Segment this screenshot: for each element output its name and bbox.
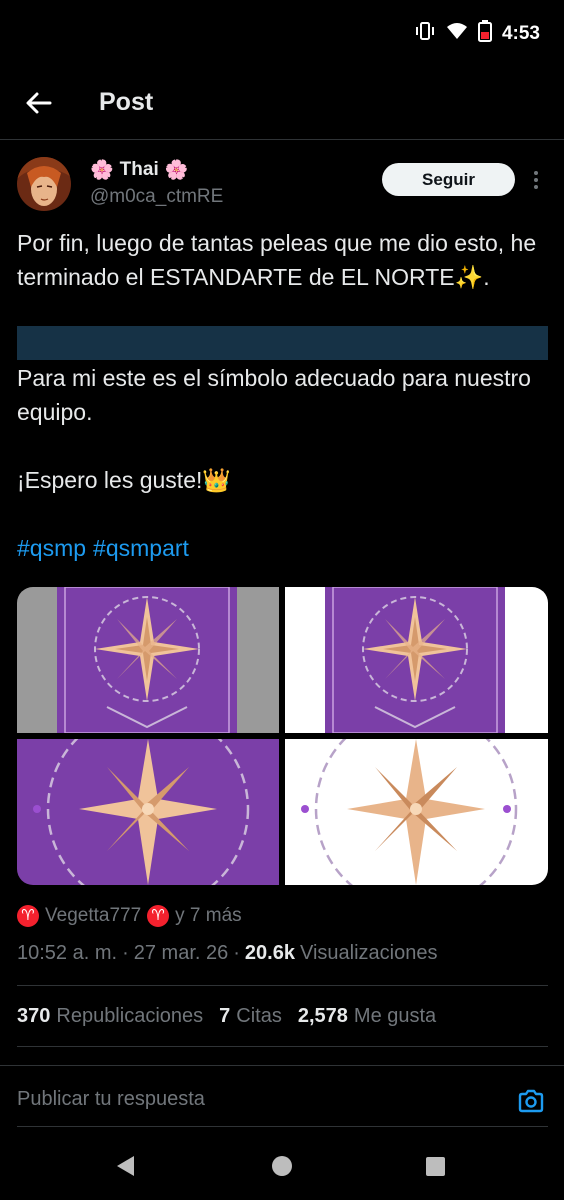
vibrate-icon: [414, 21, 436, 46]
quotes-stat[interactable]: 7 Citas: [219, 1005, 282, 1028]
divider: [17, 1126, 548, 1127]
media-image-banner-grey[interactable]: [17, 587, 279, 733]
back-nav-icon[interactable]: [117, 1156, 134, 1176]
header: Post: [0, 68, 564, 140]
reposts-label: Republicaciones: [56, 1005, 204, 1027]
quotes-label: Citas: [236, 1005, 282, 1027]
back-button[interactable]: [22, 86, 56, 120]
aries-icon: ♈: [17, 905, 39, 927]
likes-count: 2,578: [297, 1005, 348, 1027]
wifi-icon: [446, 22, 468, 45]
liked-by-others: y 7 más: [175, 905, 242, 926]
avatar[interactable]: [17, 157, 71, 211]
hashtag-link[interactable]: #qsmp: [17, 531, 86, 565]
media-image-banner-white[interactable]: [285, 587, 548, 733]
views-count: 20.6k: [244, 942, 295, 964]
media-image-emblem-white[interactable]: [285, 739, 548, 885]
battery-low-icon: [477, 20, 492, 47]
arrow-left-icon: [26, 92, 52, 114]
system-nav-bar: [0, 1130, 564, 1200]
aries-icon: ♈: [147, 905, 170, 927]
camera-icon: [518, 1089, 544, 1113]
follow-button[interactable]: Seguir: [382, 163, 515, 196]
status-time: 4:53: [501, 22, 540, 44]
redacted-bar: [17, 326, 548, 360]
divider: [17, 985, 548, 986]
cherry-blossom-icon: 🌸: [90, 160, 114, 181]
post-time: 10:52 a. m.: [17, 942, 118, 964]
likes-label: Me gusta: [353, 1005, 437, 1027]
hashtag-link[interactable]: #qsmpart: [93, 531, 189, 565]
recents-nav-icon[interactable]: [426, 1157, 445, 1176]
home-nav-icon[interactable]: [272, 1156, 292, 1176]
reply-input[interactable]: Publicar tu respuesta: [17, 1088, 205, 1111]
reposts-count: 370: [17, 1005, 51, 1027]
liked-by-user: Vegetta777: [45, 905, 142, 926]
author-handle[interactable]: @m0ca_ctmRE: [90, 186, 223, 208]
page-title: Post: [99, 88, 154, 116]
separator: ·: [122, 942, 129, 964]
quotes-count: 7: [219, 1005, 231, 1027]
media-image-emblem-purple[interactable]: [17, 739, 279, 885]
camera-button[interactable]: [517, 1087, 545, 1115]
media-grid: [17, 587, 548, 885]
post-date: 27 mar. 26: [133, 942, 229, 964]
author-name-row[interactable]: 🌸 Thai 🌸: [90, 158, 188, 182]
hashtags: #qsmp #qsmpart: [17, 531, 189, 565]
cherry-blossom-icon: 🌸: [164, 160, 189, 181]
liked-by-row[interactable]: ♈ Vegetta777 ♈ y 7 más: [17, 905, 242, 927]
tweet-text-paragraph-3: ¡Espero les guste!👑: [17, 467, 232, 493]
tweet-text-paragraph-2: Para mi este es el símbolo adecuado para…: [17, 365, 531, 425]
separator: ·: [233, 942, 240, 964]
divider: [0, 1065, 564, 1066]
likes-stat[interactable]: 2,578 Me gusta: [298, 1005, 436, 1028]
post-timestamp: 10:52 a. m. · 27 mar. 26 · 20.6k Visuali…: [17, 942, 437, 965]
author-name: Thai: [119, 159, 159, 180]
status-bar: 4:53: [0, 0, 564, 64]
divider: [17, 1046, 548, 1047]
reposts-stat[interactable]: 370 Republicaciones: [17, 1005, 203, 1028]
tweet-text-paragraph-1: Por fin, luego de tantas peleas que me d…: [17, 230, 537, 290]
views-label: Visualizaciones: [299, 942, 438, 964]
more-vertical-icon: [534, 171, 538, 189]
more-options-button[interactable]: [526, 168, 546, 192]
engagement-stats: 370 Republicaciones 7 Citas 2,578 Me gusta: [17, 1005, 436, 1028]
